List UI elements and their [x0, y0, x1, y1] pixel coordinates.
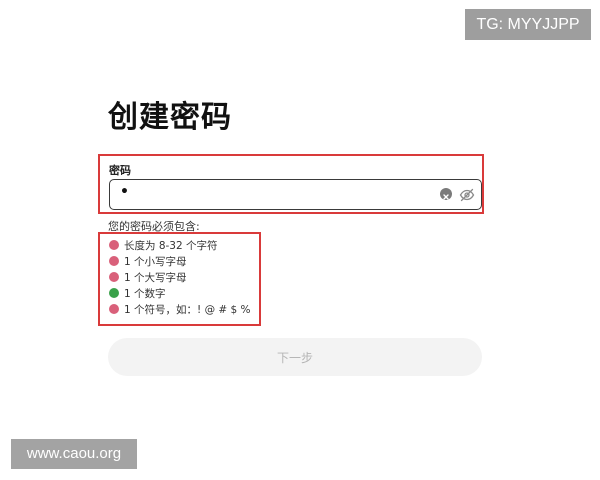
watermark-badge-top: TG: MYYJJPP	[465, 9, 591, 40]
requirements-box: 长度为 8-32 个字符 1 个小写字母 1 个大写字母 1 个数字 1 个符号…	[98, 232, 261, 326]
status-fail-icon	[109, 272, 119, 282]
status-fail-icon	[109, 240, 119, 250]
status-fail-icon	[109, 304, 119, 314]
requirement-text: 长度为 8-32 个字符	[124, 239, 218, 252]
password-label: 密码	[109, 164, 131, 177]
status-fail-icon	[109, 256, 119, 266]
watermark-badge-bottom: www.caou.org	[11, 439, 137, 469]
requirement-text: 1 个大写字母	[124, 271, 187, 284]
eye-off-icon[interactable]	[459, 187, 475, 202]
requirement-number: 1 个数字	[109, 285, 251, 301]
requirements-list: 长度为 8-32 个字符 1 个小写字母 1 个大写字母 1 个数字 1 个符号…	[109, 237, 251, 317]
requirement-length: 长度为 8-32 个字符	[109, 237, 251, 253]
requirement-lowercase: 1 个小写字母	[109, 253, 251, 269]
requirement-text: 1 个符号，如：! @ # $ %	[124, 303, 251, 316]
password-input[interactable]: •	[109, 179, 482, 210]
password-value: •	[120, 184, 129, 200]
next-button[interactable]: 下一步	[108, 338, 482, 376]
requirement-text: 1 个数字	[124, 287, 166, 300]
page: TG: MYYJJPP 创建密码 密码 • 您的密码必须包含: 长度为 8-32…	[0, 0, 600, 480]
requirement-uppercase: 1 个大写字母	[109, 269, 251, 285]
requirement-text: 1 个小写字母	[124, 255, 187, 268]
page-title: 创建密码	[108, 100, 232, 135]
password-section: 密码 •	[98, 154, 484, 214]
requirement-symbol: 1 个符号，如：! @ # $ %	[109, 301, 251, 317]
clear-icon[interactable]	[440, 188, 452, 200]
status-pass-icon	[109, 288, 119, 298]
